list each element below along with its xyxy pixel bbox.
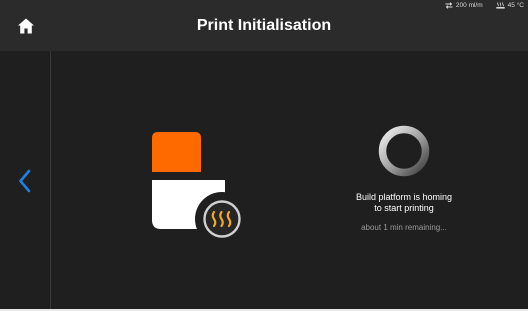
status-message: Build platform is homing to start printi… bbox=[320, 192, 488, 214]
swap-arrows-icon bbox=[445, 2, 453, 9]
heat-bed-icon bbox=[495, 2, 505, 9]
left-sidebar bbox=[0, 51, 51, 311]
status-message-line-1: Build platform is homing bbox=[355, 192, 453, 202]
loading-spinner bbox=[376, 123, 432, 179]
print-head-shape bbox=[152, 132, 201, 172]
header-bar: Print Initialisation 200 ml/m 45 °C bbox=[0, 0, 528, 51]
build-platform-heating-icon bbox=[148, 128, 249, 246]
chevron-left-icon bbox=[19, 169, 31, 193]
home-button[interactable] bbox=[0, 0, 51, 51]
back-button[interactable] bbox=[0, 156, 50, 206]
temperature-value: 45 °C bbox=[507, 2, 524, 9]
status-message-line-2: to start printing bbox=[374, 203, 434, 213]
home-icon bbox=[17, 18, 34, 33]
status-bar: 200 ml/m 45 °C bbox=[445, 1, 524, 10]
time-remaining: about 1 min remaining... bbox=[361, 223, 447, 232]
flow-rate-value: 200 ml/m bbox=[455, 2, 483, 9]
print-initialisation-screen: Print Initialisation 200 ml/m 45 °C Buil… bbox=[0, 0, 528, 311]
